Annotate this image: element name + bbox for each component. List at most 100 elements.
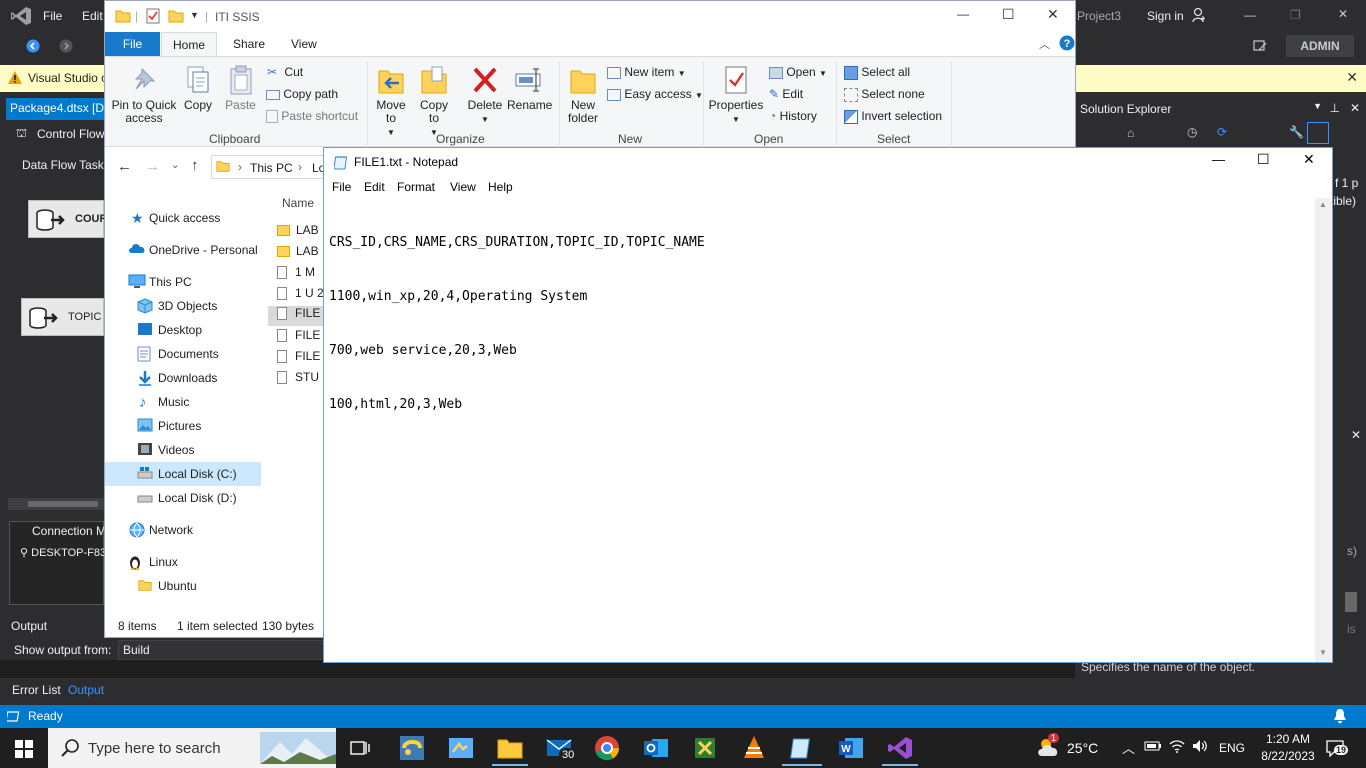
menu-view[interactable]: View	[450, 180, 476, 194]
taskbar-search-box[interactable]: Type here to search	[48, 728, 336, 768]
visual-studio-taskbar-icon[interactable]	[882, 734, 918, 766]
weather-icon[interactable]: 1	[1036, 733, 1062, 758]
ssis-component-topic[interactable]: TOPIC	[21, 298, 104, 336]
vs-sign-in[interactable]: Sign in	[1147, 9, 1184, 23]
panel-close-icon[interactable]: ✕	[1351, 428, 1361, 442]
new-item-button[interactable]: New item ▼	[607, 65, 686, 79]
nav-onedrive[interactable]: OneDrive - Personal	[105, 238, 261, 262]
control-panel-icon[interactable]	[447, 734, 475, 762]
back-arrow-icon[interactable]: ←	[117, 158, 132, 175]
vs-minimize-icon[interactable]: —	[1244, 8, 1256, 22]
vs-document-tab[interactable]: Package4.dtsx [De	[6, 98, 110, 120]
pane-close-icon[interactable]: ✕	[1350, 101, 1360, 115]
menu-edit[interactable]: Edit	[364, 180, 385, 194]
show-hidden-icons[interactable]: ︿	[1122, 738, 1135, 757]
mail-icon[interactable]: 30	[545, 734, 578, 762]
language-indicator[interactable]: ENG	[1219, 741, 1245, 755]
outlook-icon[interactable]	[642, 734, 670, 762]
properties-toggle-icon[interactable]	[1307, 122, 1329, 144]
open-button[interactable]: Open ▼	[769, 65, 827, 79]
cut-button[interactable]: ✂ Cut	[267, 65, 303, 79]
live-share-icon[interactable]	[1252, 38, 1268, 54]
clock-icon[interactable]: ◷	[1187, 125, 1197, 139]
vs-menu-edit[interactable]: Edit	[82, 9, 103, 23]
properties-button[interactable]: Properties ▼	[708, 65, 764, 126]
ssis-component-cour[interactable]: COUR	[28, 200, 107, 238]
notepad-taskbar-icon[interactable]	[782, 734, 822, 766]
nav-quick-access[interactable]: ★ Quick access	[105, 206, 261, 230]
easy-access-button[interactable]: Easy access ▼	[607, 87, 703, 101]
home-icon[interactable]: ⌂	[1127, 126, 1134, 140]
copy-button[interactable]: Copy	[181, 65, 215, 112]
scroll-down-icon[interactable]: ▼	[1319, 648, 1327, 657]
clock-date[interactable]: 8/22/2023	[1256, 749, 1320, 763]
help-icon[interactable]: ?	[1059, 35, 1075, 51]
list-item-selected[interactable]: FILE	[268, 306, 328, 326]
notepad-close-icon[interactable]: ✕	[1303, 151, 1315, 168]
back-nav-icon[interactable]	[26, 39, 40, 53]
python-app-icon[interactable]	[398, 734, 426, 762]
vs-menu-file[interactable]: File	[43, 9, 62, 23]
control-flow-tab[interactable]: ⛫ Control Flow	[8, 124, 104, 144]
properties-qat-icon[interactable]	[145, 8, 161, 24]
rename-button[interactable]: Rename	[507, 65, 552, 112]
file-explorer-taskbar-icon[interactable]	[492, 734, 528, 766]
select-none-button[interactable]: Select none	[844, 87, 925, 102]
paste-button[interactable]: Paste	[223, 65, 259, 112]
error-list-tab[interactable]: Error List	[12, 683, 61, 697]
explorer-minimize-icon[interactable]: —	[957, 7, 969, 21]
word-icon[interactable]: W	[837, 734, 865, 762]
copy-path-button[interactable]: Copy path	[266, 87, 338, 101]
chrome-icon[interactable]	[593, 734, 621, 762]
clock-time[interactable]: 1:20 AM	[1260, 732, 1316, 746]
nav-this-pc[interactable]: This PC	[105, 270, 261, 294]
vlc-icon[interactable]	[740, 734, 768, 762]
pin-icon[interactable]: ⊥	[1330, 101, 1340, 115]
scroll-up-icon[interactable]: ▲	[1319, 200, 1327, 209]
new-folder-button[interactable]: New folder	[566, 65, 600, 125]
connection-item[interactable]: ⚲ DESKTOP-F83	[20, 546, 106, 559]
copy-to-button[interactable]: Copy to ▼	[417, 65, 451, 139]
new-folder-qat-icon[interactable]	[168, 8, 184, 24]
ribbon-collapse-icon[interactable]: ︿	[1039, 36, 1050, 52]
notepad-vertical-scrollbar[interactable]: ▲ ▼	[1315, 198, 1331, 662]
edit-button[interactable]: ✎ Edit	[769, 87, 803, 101]
person-icon[interactable]	[1192, 7, 1206, 23]
nav-videos[interactable]: Videos	[105, 438, 261, 462]
menu-format[interactable]: Format	[397, 180, 435, 194]
breadcrumb-this-pc[interactable]: This PC	[250, 161, 293, 175]
nav-3d-objects[interactable]: 3D Objects	[105, 294, 261, 318]
nav-documents[interactable]: Documents	[105, 342, 261, 366]
paste-shortcut-button[interactable]: Paste shortcut	[266, 109, 358, 124]
vs-close-icon[interactable]: ✕	[1338, 7, 1348, 21]
ssis-tools-icon[interactable]	[691, 734, 719, 762]
temperature[interactable]: 25°C	[1067, 740, 1098, 756]
notepad-minimize-icon[interactable]: —	[1212, 152, 1225, 167]
designer-hscroll[interactable]	[8, 498, 104, 510]
up-arrow-icon[interactable]: ↑	[191, 157, 199, 174]
menu-file[interactable]: File	[332, 180, 351, 194]
pin-quick-access-button[interactable]: Pin to Quick access	[111, 67, 177, 125]
delete-button[interactable]: Delete ▼	[466, 65, 504, 126]
address-bar[interactable]: › This PC › Lo	[211, 155, 331, 179]
nav-local-disk-c[interactable]: Local Disk (C:)	[105, 462, 261, 486]
ribbon-tab-share[interactable]: Share	[233, 37, 265, 51]
notification-center-icon[interactable]: 19	[1325, 739, 1349, 757]
nav-music[interactable]: ♪ Music	[105, 390, 261, 414]
notifications-bell-icon[interactable]	[1333, 708, 1347, 724]
wifi-icon[interactable]	[1169, 739, 1185, 753]
forward-arrow-icon[interactable]: →	[145, 158, 160, 175]
ribbon-tab-home[interactable]: Home	[161, 32, 217, 56]
invert-selection-button[interactable]: Invert selection	[844, 109, 942, 124]
select-all-button[interactable]: Select all	[844, 65, 910, 80]
properties-scroll-thumb[interactable]	[1345, 592, 1357, 612]
qat-dropdown-icon[interactable]: ▼	[190, 10, 199, 20]
notepad-text-area[interactable]: CRS_ID,CRS_NAME,CRS_DURATION,TOPIC_ID,TO…	[329, 198, 705, 450]
explorer-maximize-icon[interactable]: ☐	[1002, 6, 1015, 23]
nav-downloads[interactable]: Downloads	[105, 366, 261, 390]
info-close-icon[interactable]: ✕	[1346, 69, 1358, 86]
move-to-button[interactable]: Move to ▼	[374, 65, 408, 139]
nav-desktop[interactable]: Desktop	[105, 318, 261, 342]
recent-locations-icon[interactable]: ⌄	[171, 160, 179, 171]
volume-icon[interactable]	[1192, 739, 1208, 753]
